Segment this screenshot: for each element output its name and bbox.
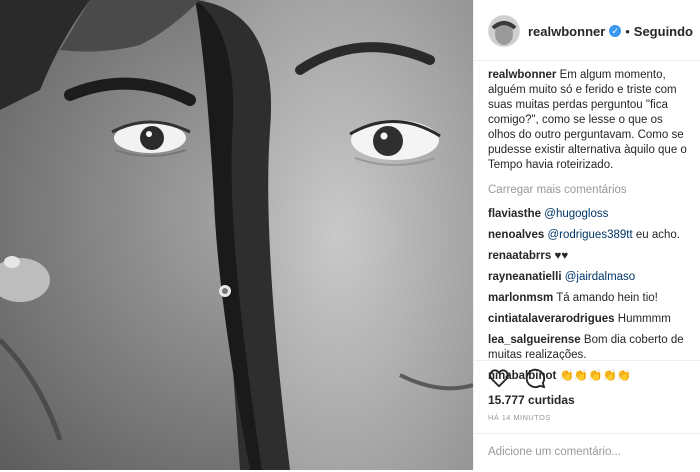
add-comment-input[interactable] (488, 442, 678, 462)
comment-text: Hummmm (617, 313, 671, 325)
post-photo-image (0, 0, 473, 470)
load-more-comments-button[interactable]: Carregar mais comentários (488, 183, 693, 198)
comment-mention[interactable]: @hugogloss (544, 208, 608, 220)
comment-text: eu acho. (635, 229, 680, 241)
post-sidebar: realwbonner ✓ • Seguindo realwbonner Em … (473, 0, 700, 470)
comment-username[interactable]: lea_salgueirense (488, 334, 581, 346)
comment: marlonmsm Tá amando hein tio! (488, 291, 693, 306)
heart-icon[interactable] (488, 367, 510, 389)
avatar-image (489, 16, 519, 46)
comment: nenoalves @rodrigues389tt eu acho. (488, 228, 693, 243)
comment: lea_salgueirense Bom dia coberto de muit… (488, 333, 693, 363)
comment-mention[interactable]: @jairdalmaso (565, 271, 635, 283)
comment-mention[interactable]: @rodrigues389tt (547, 229, 632, 241)
caption-text: Em algum momento, alguém muito só e feri… (488, 69, 687, 171)
post-actions: 15.777 curtidas HÁ 14 MINUTOS (474, 360, 700, 471)
comment-username[interactable]: cintiatalaverarodrigues (488, 313, 615, 325)
caption-username[interactable]: realwbonner (488, 69, 556, 81)
comment-username[interactable]: nenoalves (488, 229, 544, 241)
add-comment-box (474, 433, 700, 472)
post-caption: realwbonner Em algum momento, alguém mui… (488, 68, 693, 173)
comment: flaviasthe @hugogloss (488, 207, 693, 222)
author-username[interactable]: realwbonner (528, 24, 605, 39)
post-photo[interactable] (0, 0, 473, 470)
comment: cintiatalaverarodrigues Hummmm (488, 312, 693, 327)
follow-separator: • (625, 23, 630, 39)
comment-username[interactable]: rayneanatielli (488, 271, 562, 283)
header-divider (474, 60, 700, 61)
comment-text: ♥♥ (554, 250, 569, 262)
comment-username[interactable]: flaviasthe (488, 208, 541, 220)
post-header: realwbonner ✓ • Seguindo (488, 12, 693, 50)
comments-list: realwbonner Em algum momento, alguém mui… (488, 68, 693, 390)
comment: renaatabrrs ♥♥ (488, 249, 693, 264)
follow-button[interactable]: Seguindo (634, 24, 693, 39)
verified-badge-icon: ✓ (609, 25, 622, 37)
comment-username[interactable]: marlonmsm (488, 292, 553, 304)
avatar[interactable] (488, 15, 520, 47)
comment-text: Tá amando hein tio! (556, 292, 658, 304)
comment: rayneanatielli @jairdalmaso (488, 270, 693, 285)
comment-icon[interactable] (524, 367, 546, 389)
like-count[interactable]: 15.777 curtidas (488, 393, 575, 407)
comment-username[interactable]: renaatabrrs (488, 250, 551, 262)
action-icons (488, 367, 560, 391)
post-timestamp[interactable]: HÁ 14 MINUTOS (488, 413, 551, 422)
